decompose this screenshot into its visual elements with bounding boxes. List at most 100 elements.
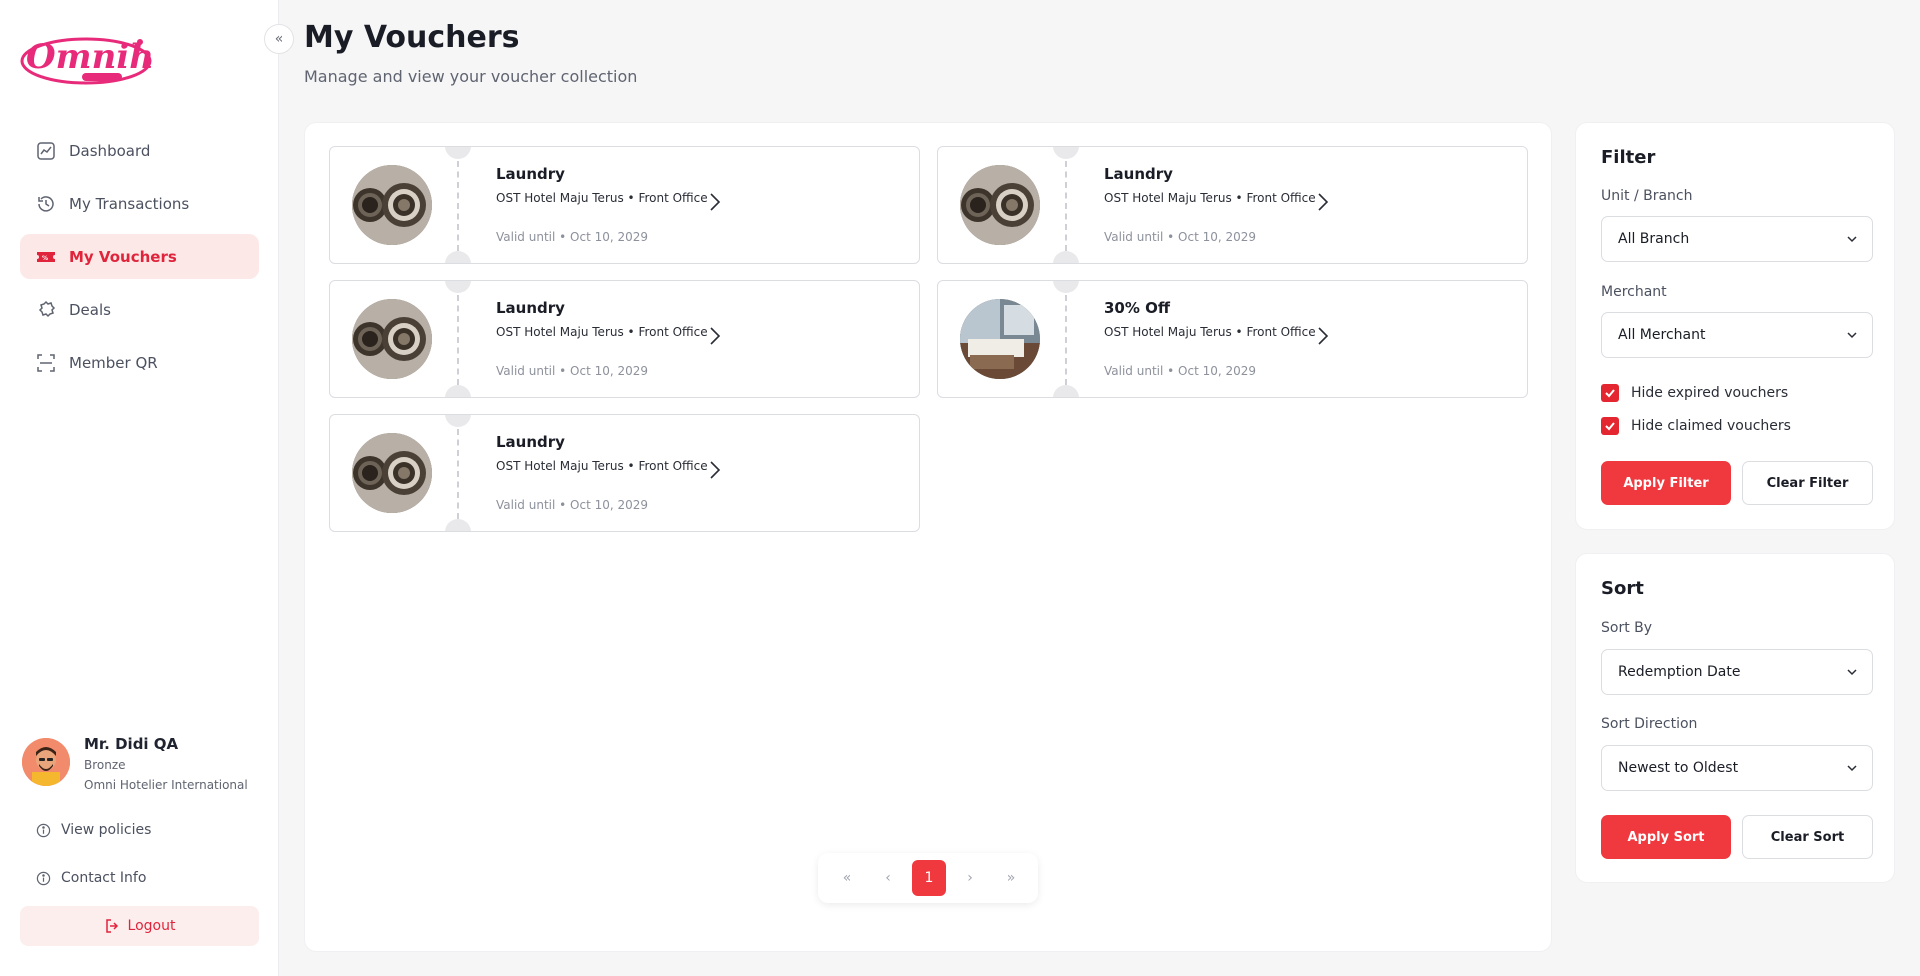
sort-by-label: Sort By [1601,620,1653,636]
sidebar-item-dashboard[interactable]: Dashboard [20,128,259,173]
qr-scan-icon [36,353,56,373]
merchant-select[interactable]: All Merchant [1601,312,1873,358]
view-policies-link[interactable]: View policies [36,822,151,838]
voucher-image [352,165,432,245]
last-page-button[interactable]: » [994,860,1028,896]
next-page-button[interactable]: › [953,860,987,896]
unit-branch-label: Unit / Branch [1601,188,1693,204]
hide-expired-checkbox[interactable]: Hide expired vouchers [1601,384,1788,402]
voucher-card[interactable]: Laundry OST Hotel Maju Terus • Front Off… [937,146,1528,264]
voucher-validity: Valid until • Oct 10, 2029 [496,364,649,378]
pagination: « ‹ 1 › » [818,853,1038,903]
logout-button[interactable]: Logout [20,906,259,946]
filter-title: Filter [1601,147,1656,168]
voucher-location: OST Hotel Maju Terus • Front Office [496,325,708,339]
voucher-card[interactable]: Laundry OST Hotel Maju Terus • Front Off… [329,414,920,532]
voucher-validity: Valid until • Oct 10, 2029 [1104,230,1257,244]
collapse-sidebar-button[interactable]: « [264,24,294,54]
ticket-notch [445,281,471,293]
double-chevron-left-icon: « [274,31,284,47]
ticket-divider [457,161,459,251]
sidebar-item-label: Deals [69,300,111,319]
sidebar-nav: Dashboard My Transactions % My Vouchers … [20,128,259,393]
ticket-notch [1053,251,1079,263]
ticket-notch [1053,385,1079,397]
sidebar-item-label: Member QR [69,353,158,372]
clear-sort-button[interactable]: Clear Sort [1742,815,1873,859]
ticket-icon: % [36,247,56,267]
logout-icon [105,919,118,933]
voucher-title: Laundry [496,165,565,183]
ticket-notch [445,147,471,159]
history-icon [36,194,56,214]
chevron-right-icon [1318,327,1329,345]
clear-filter-button[interactable]: Clear Filter [1742,461,1873,505]
ticket-notch [445,385,471,397]
ticket-notch [1053,281,1079,293]
hide-claimed-checkbox[interactable]: Hide claimed vouchers [1601,417,1791,435]
ticket-notch [445,415,471,427]
profile-organization: Omni Hotelier International [84,778,248,792]
voucher-image [960,299,1040,379]
first-page-button[interactable]: « [830,860,864,896]
chevron-right-icon [710,461,721,479]
sort-panel: Sort Sort By Redemption Date Sort Direct… [1575,553,1895,883]
profile-name: Mr. Didi QA [84,735,179,753]
sidebar-item-my-transactions[interactable]: My Transactions [20,181,259,226]
sort-by-select[interactable]: Redemption Date [1601,649,1873,695]
sort-by-value: Redemption Date [1618,664,1741,680]
ticket-notch [1053,147,1079,159]
voucher-location: OST Hotel Maju Terus • Front Office [496,191,708,205]
sort-direction-value: Newest to Oldest [1618,760,1739,776]
prev-page-button[interactable]: ‹ [871,860,905,896]
chart-icon [36,141,56,161]
checkbox-checked-icon [1601,417,1619,435]
ticket-divider [1065,161,1067,251]
voucher-list-panel: Laundry OST Hotel Maju Terus • Front Off… [304,122,1552,952]
filter-panel: Filter Unit / Branch All Branch Merchant… [1575,122,1895,530]
voucher-title: Laundry [496,299,565,317]
voucher-title: 30% Off [1104,299,1171,317]
voucher-location: OST Hotel Maju Terus • Front Office [496,459,708,473]
user-profile[interactable]: Mr. Didi QA Bronze Omni Hotelier Interna… [22,735,262,797]
ticket-divider [457,295,459,385]
voucher-card[interactable]: Laundry OST Hotel Maju Terus • Front Off… [329,146,920,264]
voucher-card[interactable]: 30% Off OST Hotel Maju Terus • Front Off… [937,280,1528,398]
sort-direction-select[interactable]: Newest to Oldest [1601,745,1873,791]
checkbox-checked-icon [1601,384,1619,402]
omnih-logo[interactable]: Omnih [20,28,155,88]
sidebar-item-member-qr[interactable]: Member QR [20,340,259,385]
sidebar: Omnih « Dashboard My Transactions % My V… [0,0,294,976]
apply-filter-button[interactable]: Apply Filter [1601,461,1731,505]
voucher-image [352,299,432,379]
sidebar-item-label: My Vouchers [69,247,177,266]
contact-info-link[interactable]: Contact Info [36,870,146,886]
page-subtitle: Manage and view your voucher collection [304,67,638,86]
logout-label: Logout [127,918,176,934]
merchant-value: All Merchant [1618,327,1706,343]
voucher-image [352,433,432,513]
merchant-label: Merchant [1601,284,1667,300]
info-icon [36,823,51,837]
ticket-notch [445,251,471,263]
voucher-location: OST Hotel Maju Terus • Front Office [1104,325,1316,339]
sidebar-item-deals[interactable]: Deals [20,287,259,332]
view-policies-label: View policies [61,822,152,838]
voucher-location: OST Hotel Maju Terus • Front Office [1104,191,1316,205]
sidebar-item-my-vouchers[interactable]: % My Vouchers [20,234,259,279]
ticket-divider [1065,295,1067,385]
ticket-divider [457,429,459,519]
unit-branch-select[interactable]: All Branch [1601,216,1873,262]
voucher-validity: Valid until • Oct 10, 2029 [1104,364,1257,378]
unit-branch-value: All Branch [1618,231,1690,247]
svg-text:%: % [42,255,48,262]
page-number-button[interactable]: 1 [912,860,946,896]
voucher-title: Laundry [1104,165,1173,183]
apply-sort-button[interactable]: Apply Sort [1601,815,1731,859]
ticket-notch [445,519,471,531]
profile-tier: Bronze [84,758,126,772]
chevron-right-icon [1318,193,1329,211]
voucher-image [960,165,1040,245]
avatar [22,738,70,786]
voucher-card[interactable]: Laundry OST Hotel Maju Terus • Front Off… [329,280,920,398]
